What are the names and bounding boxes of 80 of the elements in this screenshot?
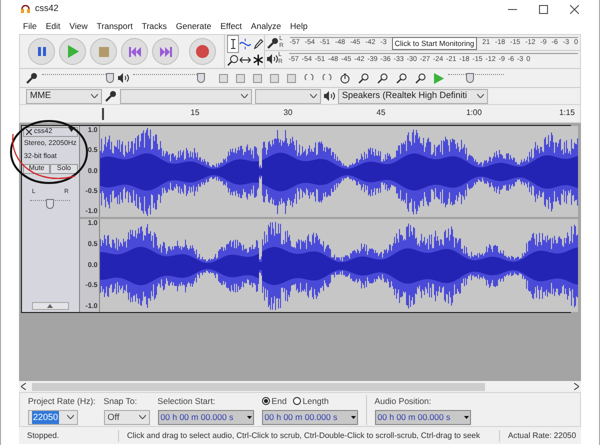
field-label: Project Rate (Hz): [28,395,96,408]
ruler-label: 1:15 [559,107,575,119]
status-text: Stopped. [19,430,119,442]
menu-item[interactable]: Help [290,20,308,32]
field-label: Selection Start: [158,395,216,408]
menu-item[interactable]: Tracks [142,20,167,32]
skip-end-icon [160,46,172,56]
ruler-label: 45 [376,107,386,119]
field-label: Audio Position: [374,395,432,408]
waveform-drawing[interactable] [100,220,578,310]
scroll-left-icon[interactable] [21,383,26,390]
ruler-label: 1:00 [466,107,482,119]
ruler-label: 15 [190,107,200,119]
speaker-icon [118,73,129,83]
menu-item[interactable]: View [69,20,88,32]
close-icon[interactable] [570,4,579,14]
microphone-icon [105,90,117,102]
asterisk-icon [252,53,264,68]
output-device-dropdown[interactable]: Speakers (Realtek High Definiti [338,88,488,104]
dropdown-arrow-icon [246,416,252,419]
collapse-button[interactable] [32,302,69,310]
dropdown-arrow-icon [464,416,469,419]
pencil-icon [252,36,264,51]
menu-item[interactable]: Transport [96,20,133,32]
radio-option[interactable]: Length [292,395,329,408]
skip-start-icon [128,46,140,56]
waveform-drawing[interactable] [100,126,578,216]
window-title: css42 [35,2,59,16]
minimize-icon[interactable] [508,8,517,10]
record-button[interactable] [189,38,216,65]
zoom-icon[interactable] [358,72,369,84]
pause-button[interactable] [28,38,55,65]
stop-icon [98,46,108,56]
menu-item[interactable]: Effect [220,20,242,32]
snap-to-dropdown[interactable]: Off [104,410,150,425]
tool-button[interactable] [252,52,264,68]
pause-icon [36,46,46,57]
status-text: Actual Rate: 22050 [499,430,581,442]
field-label: Snap To: [104,395,138,408]
recording-volume-slider[interactable] [42,71,114,85]
dropdown-arrow-icon [350,416,356,419]
stopwatch-icon[interactable] [340,72,350,84]
menu-item[interactable]: Generate [176,20,212,32]
menu-item[interactable]: Analyze [250,20,282,32]
tool-button[interactable] [227,52,240,68]
timeline-ruler[interactable]: 15 30 45 1:00 1:15 [19,105,581,123]
pan-slider[interactable] [30,197,70,211]
playback-volume-slider[interactable] [133,71,205,85]
host-dropdown[interactable]: MME [26,88,102,104]
time-field[interactable]: 00 h 00 m 00.000 s [262,410,358,425]
tool-button[interactable] [227,35,240,52]
input-device-dropdown[interactable] [120,88,252,104]
play-icon [66,45,78,58]
magnifier-icon [227,53,240,68]
skip-start-button[interactable] [121,38,148,65]
cursor-icon [228,36,238,51]
caret-icon [47,304,54,308]
menu-item[interactable]: Edit [46,20,60,32]
status-text: Click and drag to select audio, Ctrl-Click to scrub, Ctrl-Double-Click to scroll-scrub, Ctrl-drag to seek [126,430,481,442]
maximize-icon[interactable] [539,4,548,14]
speaker-icon [324,91,335,101]
scroll-right-icon[interactable] [574,383,579,390]
play-speed-slider[interactable] [448,71,504,85]
project-rate-dropdown[interactable]: 22050 [28,410,78,425]
envelope-icon [239,36,252,51]
ruler-label: 30 [284,107,292,119]
record-icon [196,45,209,58]
headphones-icon [21,5,30,13]
close-icon[interactable] [24,129,34,135]
time-field[interactable]: 00 h 00 m 00.000 s [158,410,254,425]
microphone-icon [26,72,38,84]
time-field[interactable]: 00 h 00 m 00.000 s [374,410,471,425]
menu-item[interactable]: File [23,20,37,32]
zoom-icon[interactable] [415,72,426,84]
zoom-icon[interactable] [377,72,388,84]
zoom-icon[interactable] [396,72,407,84]
radio-option[interactable]: End [262,395,287,408]
skip-end-button[interactable] [152,38,179,65]
microphone-icon [267,36,280,48]
speaker-icon [267,54,278,64]
